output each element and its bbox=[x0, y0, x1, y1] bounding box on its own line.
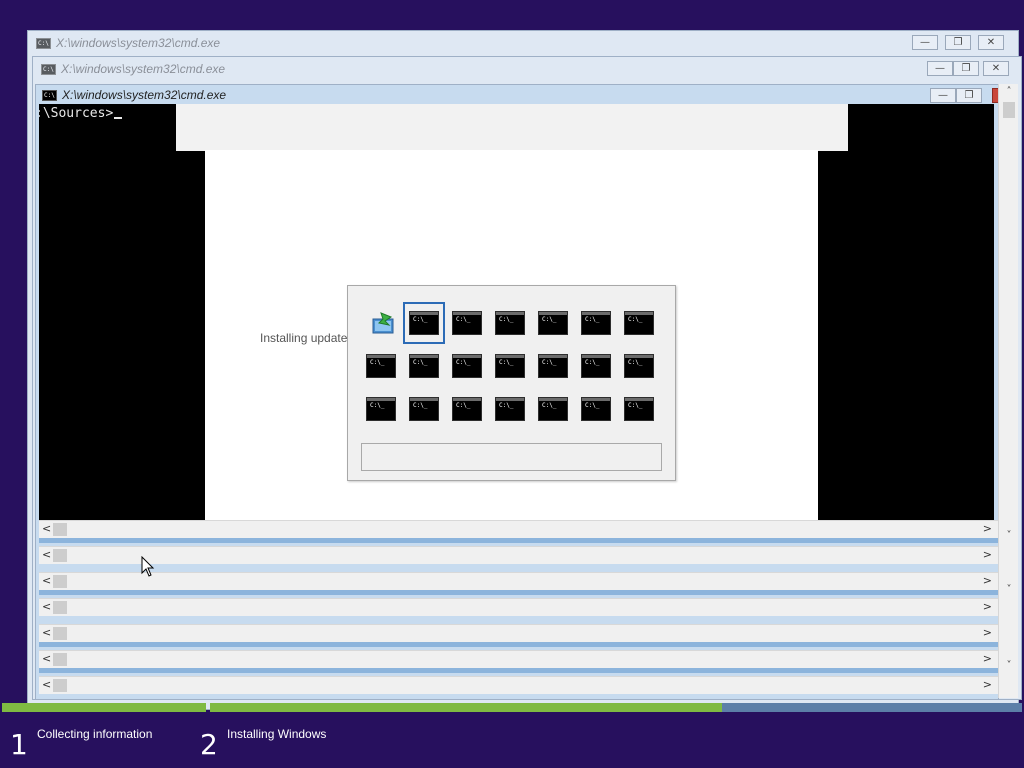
cmd-window-thumbnail[interactable]: C:\_ bbox=[366, 397, 396, 421]
close-button[interactable]: ✕ bbox=[978, 35, 1004, 50]
cmd-icon: C:\ bbox=[41, 64, 56, 75]
cmd-window-thumbnail[interactable]: C:\_ bbox=[624, 311, 654, 335]
cmd-window-thumbnail[interactable]: C:\_ bbox=[495, 354, 525, 378]
step2-progress-track bbox=[210, 703, 1022, 712]
title-bar[interactable]: C:\ X:\windows\system32\cmd.exe — ❐ ✕ bbox=[33, 57, 1021, 83]
cmd-window-thumbnail[interactable]: C:\_ bbox=[538, 354, 568, 378]
scroll-thumb[interactable] bbox=[53, 627, 67, 640]
cmd-window-thumbnail[interactable]: C:\_ bbox=[581, 311, 611, 335]
step2-progress-fill bbox=[210, 703, 722, 712]
restore-button[interactable]: ❐ bbox=[945, 35, 971, 50]
cmd-window-thumbnail[interactable]: C:\_ bbox=[495, 311, 525, 335]
step1-number: 1 bbox=[10, 728, 28, 761]
step1-label: Collecting information bbox=[37, 727, 153, 741]
cmd-window-thumbnail[interactable]: C:\_ bbox=[624, 397, 654, 421]
title-bar[interactable]: C:\ X:\windows\system32\cmd.exe — ❐ bbox=[36, 85, 1004, 105]
scroll-left-arrow[interactable]: < bbox=[42, 652, 51, 665]
cmd-window-thumbnail[interactable]: C:\_ bbox=[538, 397, 568, 421]
scroll-down-arrow[interactable]: ˅ bbox=[999, 530, 1019, 541]
scroll-left-arrow[interactable]: < bbox=[42, 626, 51, 639]
scroll-left-arrow[interactable]: < bbox=[42, 574, 51, 587]
window-switcher[interactable]: C:\_ C:\_ C:\_ C:\_ C:\_ C:\_ C:\_ C:\_ C:\_ C:\_… bbox=[347, 285, 676, 481]
cmd-icon: C:\ bbox=[36, 38, 51, 49]
cmd-window-thumbnail[interactable]: C:\_ bbox=[581, 397, 611, 421]
scroll-right-arrow[interactable]: > bbox=[983, 522, 992, 535]
restore-button[interactable]: ❐ bbox=[956, 88, 982, 103]
cmd-window-thumbnail[interactable]: C:\_ bbox=[538, 311, 568, 335]
window-title-field bbox=[361, 443, 662, 471]
window-separator bbox=[39, 668, 998, 673]
horizontal-scrollbar[interactable]: < > bbox=[39, 546, 998, 564]
cmd-window-thumbnail[interactable]: C:\_ bbox=[409, 354, 439, 378]
scroll-down-arrow[interactable]: ˅ bbox=[999, 660, 1019, 671]
cmd-window-thumbnail[interactable]: C:\_ bbox=[581, 354, 611, 378]
scroll-right-arrow[interactable]: > bbox=[983, 678, 992, 691]
scroll-thumb[interactable] bbox=[1003, 102, 1015, 118]
cmd-window-thumbnail[interactable]: C:\_ bbox=[452, 354, 482, 378]
cmd-window-thumbnail[interactable]: C:\_ bbox=[624, 354, 654, 378]
scroll-thumb[interactable] bbox=[53, 679, 67, 692]
scroll-left-arrow[interactable]: < bbox=[42, 678, 51, 691]
scroll-left-arrow[interactable]: < bbox=[42, 548, 51, 561]
installing-status-text: Installing update bbox=[260, 331, 348, 345]
window-title: X:\windows\system32\cmd.exe bbox=[61, 62, 226, 76]
horizontal-scrollbar[interactable]: < > bbox=[39, 676, 998, 694]
windows-setup-icon[interactable] bbox=[371, 311, 397, 335]
scroll-right-arrow[interactable]: > bbox=[983, 652, 992, 665]
horizontal-scrollbar[interactable]: < > bbox=[39, 598, 998, 616]
step1-progress-bar bbox=[2, 703, 206, 712]
scroll-up-arrow[interactable]: ˄ bbox=[999, 86, 1019, 97]
minimize-button[interactable]: — bbox=[930, 88, 956, 103]
cmd-window-thumbnail[interactable]: C:\_ bbox=[495, 397, 525, 421]
window-separator bbox=[39, 642, 998, 647]
command-prompt: :\Sources> bbox=[39, 106, 123, 121]
cmd-window-thumbnail[interactable]: C:\_ bbox=[409, 397, 439, 421]
scroll-right-arrow[interactable]: > bbox=[983, 600, 992, 613]
scroll-right-arrow[interactable]: > bbox=[983, 574, 992, 587]
cmd-window-thumbnail[interactable]: C:\_ bbox=[452, 397, 482, 421]
scroll-thumb[interactable] bbox=[53, 523, 67, 536]
restore-button[interactable]: ❐ bbox=[953, 61, 979, 76]
close-button[interactable]: ✕ bbox=[983, 61, 1009, 76]
scroll-left-arrow[interactable]: < bbox=[42, 522, 51, 535]
cmd-window-thumbnail[interactable]: C:\_ bbox=[452, 311, 482, 335]
text-cursor bbox=[114, 117, 123, 119]
cmd-icon: C:\ bbox=[42, 90, 57, 101]
window-title: X:\windows\system32\cmd.exe bbox=[56, 36, 221, 50]
selection-focus-frame bbox=[403, 302, 445, 344]
scroll-left-arrow[interactable]: < bbox=[42, 600, 51, 613]
minimize-button[interactable]: — bbox=[927, 61, 953, 76]
scroll-thumb[interactable] bbox=[53, 575, 67, 588]
horizontal-scrollbar[interactable]: < > bbox=[39, 572, 998, 590]
window-separator bbox=[39, 538, 998, 543]
step2-label: Installing Windows bbox=[227, 727, 327, 741]
scroll-right-arrow[interactable]: > bbox=[983, 548, 992, 561]
window-separator bbox=[39, 590, 998, 595]
step2-number: 2 bbox=[200, 728, 218, 761]
window-title: X:\windows\system32\cmd.exe bbox=[62, 88, 227, 102]
horizontal-scrollbar[interactable]: < > bbox=[39, 650, 998, 668]
scroll-thumb[interactable] bbox=[53, 653, 67, 666]
scroll-thumb[interactable] bbox=[53, 601, 67, 614]
title-bar[interactable]: C:\ X:\windows\system32\cmd.exe — ❐ ✕ bbox=[28, 31, 1018, 57]
horizontal-scrollbar[interactable]: < > bbox=[39, 624, 998, 642]
mouse-pointer-icon bbox=[141, 556, 155, 577]
setup-window-header bbox=[176, 104, 848, 151]
scroll-down-arrow[interactable]: ˅ bbox=[999, 584, 1019, 595]
vertical-scrollbar[interactable]: ˄ ˅ ˅ ˅ bbox=[998, 84, 1018, 698]
scroll-right-arrow[interactable]: > bbox=[983, 626, 992, 639]
horizontal-scrollbar[interactable]: < > bbox=[39, 520, 998, 538]
cmd-window-thumbnail[interactable]: C:\_ bbox=[366, 354, 396, 378]
minimize-button[interactable]: — bbox=[912, 35, 938, 50]
scroll-thumb[interactable] bbox=[53, 549, 67, 562]
